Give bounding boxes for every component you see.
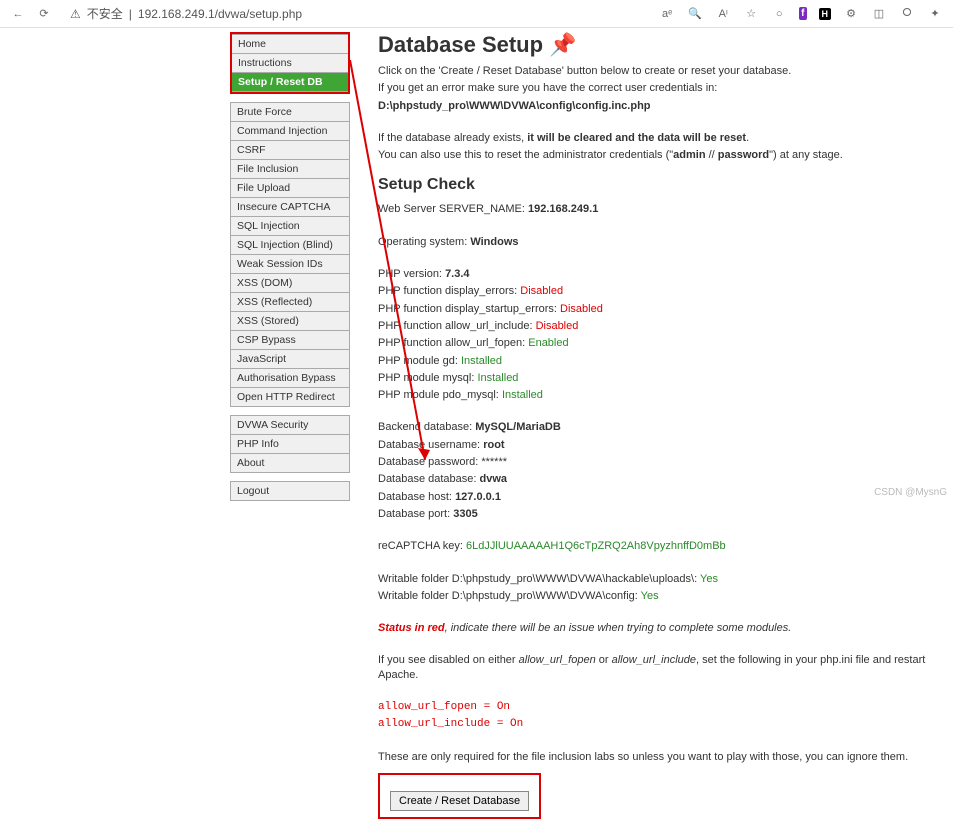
mysql-mod: PHP module mysql: Installed bbox=[378, 371, 933, 385]
setup-check-title: Setup Check bbox=[378, 176, 933, 194]
db-user: Database username: root bbox=[378, 438, 933, 452]
sidebar-item-xss-reflected-[interactable]: XSS (Reflected) bbox=[230, 292, 350, 311]
sidebar-item-javascript[interactable]: JavaScript bbox=[230, 349, 350, 368]
db-name: Database database: dvwa bbox=[378, 472, 933, 486]
db-pass: Database password: ****** bbox=[378, 455, 933, 469]
sync-icon[interactable]: ○ bbox=[771, 6, 787, 22]
code-fopen: allow_url_fopen = On bbox=[378, 700, 933, 714]
nav-group-main: HomeInstructionsSetup / Reset DB bbox=[232, 34, 348, 92]
extension-purple-icon[interactable]: f bbox=[799, 7, 806, 20]
disabled-note: If you see disabled on either allow_url_… bbox=[378, 653, 933, 682]
sidebar-item-open-http-redirect[interactable]: Open HTTP Redirect bbox=[230, 387, 350, 407]
main-content: Database Setup 📌 Click on the 'Create / … bbox=[350, 28, 953, 839]
voice-icon[interactable]: aᵉ bbox=[659, 6, 675, 22]
back-icon[interactable]: ← bbox=[10, 6, 26, 22]
db-port: Database port: 3305 bbox=[378, 507, 933, 521]
url-include: PHP function allow_url_include: Disabled bbox=[378, 319, 933, 333]
sidebar-item-command-injection[interactable]: Command Injection bbox=[230, 121, 350, 140]
sidebar-item-about[interactable]: About bbox=[230, 453, 350, 473]
db-host: Database host: 127.0.0.1 bbox=[378, 490, 933, 504]
status-note: Status in red, indicate there will be an… bbox=[378, 621, 933, 635]
copilot-icon[interactable]: ✦ bbox=[927, 6, 943, 22]
sidebar: HomeInstructionsSetup / Reset DB Brute F… bbox=[230, 32, 350, 839]
sidebar-item-logout[interactable]: Logout bbox=[230, 481, 350, 501]
security-label: 不安全 bbox=[87, 5, 123, 22]
sidebar-item-xss-stored-[interactable]: XSS (Stored) bbox=[230, 311, 350, 330]
address-bar[interactable]: ⚠ 不安全 | 192.168.249.1/dvwa/setup.php bbox=[70, 5, 651, 22]
sidebar-item-instructions[interactable]: Instructions bbox=[232, 53, 348, 72]
watermark: CSDN @MysnG bbox=[874, 487, 947, 498]
nav-group-vulns: Brute ForceCommand InjectionCSRFFile Inc… bbox=[230, 102, 350, 407]
warning-line: If the database already exists, it will … bbox=[378, 131, 933, 145]
url-separator: | bbox=[129, 7, 132, 21]
sidebar-item-php-info[interactable]: PHP Info bbox=[230, 434, 350, 453]
warning-line-2: You can also use this to reset the admin… bbox=[378, 148, 933, 162]
pdo: PHP module pdo_mysql: Installed bbox=[378, 388, 933, 402]
refresh-icon[interactable]: ⟳ bbox=[36, 6, 52, 22]
sidebar-item-csp-bypass[interactable]: CSP Bypass bbox=[230, 330, 350, 349]
sidebar-item-setup-reset-db[interactable]: Setup / Reset DB bbox=[232, 72, 348, 92]
folder2: Writable folder D:\phpstudy_pro\WWW\DVWA… bbox=[378, 589, 933, 603]
split-icon[interactable]: ◫ bbox=[871, 6, 887, 22]
intro-line-2: If you get an error make sure you have t… bbox=[378, 81, 933, 95]
server-name: Web Server SERVER_NAME: 192.168.249.1 bbox=[378, 202, 933, 216]
browser-toolbar: ← ⟳ ⚠ 不安全 | 192.168.249.1/dvwa/setup.php… bbox=[0, 0, 953, 28]
nav-group-logout: Logout bbox=[230, 481, 350, 501]
sidebar-item-dvwa-security[interactable]: DVWA Security bbox=[230, 415, 350, 434]
os: Operating system: Windows bbox=[378, 235, 933, 249]
startup-errors: PHP function display_startup_errors: Dis… bbox=[378, 302, 933, 316]
sidebar-item-csrf[interactable]: CSRF bbox=[230, 140, 350, 159]
nav-group-meta: DVWA SecurityPHP InfoAbout bbox=[230, 415, 350, 473]
zoom-icon[interactable]: 🔍 bbox=[687, 6, 703, 22]
page-title: Database Setup 📌 bbox=[378, 32, 933, 58]
sidebar-item-file-inclusion[interactable]: File Inclusion bbox=[230, 159, 350, 178]
sidebar-item-sql-injection-blind-[interactable]: SQL Injection (Blind) bbox=[230, 235, 350, 254]
backend: Backend database: MySQL/MariaDB bbox=[378, 420, 933, 434]
config-path: D:\phpstudy_pro\WWW\DVWA\config\config.i… bbox=[378, 99, 933, 113]
collections-icon[interactable]: 🞆 bbox=[899, 6, 915, 22]
sidebar-item-weak-session-ids[interactable]: Weak Session IDs bbox=[230, 254, 350, 273]
final-note: These are only required for the file inc… bbox=[378, 750, 933, 764]
sidebar-highlight-box: HomeInstructionsSetup / Reset DB bbox=[230, 32, 350, 94]
php-version: PHP version: 7.3.4 bbox=[378, 267, 933, 281]
button-highlight-box: Create / Reset Database bbox=[378, 773, 541, 819]
sidebar-item-authorisation-bypass[interactable]: Authorisation Bypass bbox=[230, 368, 350, 387]
sidebar-item-home[interactable]: Home bbox=[232, 34, 348, 53]
url-text: 192.168.249.1/dvwa/setup.php bbox=[138, 7, 302, 21]
security-warning-icon: ⚠ bbox=[70, 7, 81, 21]
url-fopen: PHP function allow_url_fopen: Enabled bbox=[378, 336, 933, 350]
create-reset-database-button[interactable]: Create / Reset Database bbox=[390, 791, 529, 811]
sidebar-item-brute-force[interactable]: Brute Force bbox=[230, 102, 350, 121]
folder1: Writable folder D:\phpstudy_pro\WWW\DVWA… bbox=[378, 572, 933, 586]
intro-line-1: Click on the 'Create / Reset Database' b… bbox=[378, 64, 933, 78]
favorites-icon[interactable]: ☆ bbox=[743, 6, 759, 22]
recaptcha: reCAPTCHA key: 6LdJJlUUAAAAAH1Q6cTpZRQ2A… bbox=[378, 539, 933, 553]
code-include: allow_url_include = On bbox=[378, 717, 933, 731]
pin-icon: 📌 bbox=[549, 32, 576, 58]
gd: PHP module gd: Installed bbox=[378, 354, 933, 368]
sidebar-item-insecure-captcha[interactable]: Insecure CAPTCHA bbox=[230, 197, 350, 216]
display-errors: PHP function display_errors: Disabled bbox=[378, 284, 933, 298]
sidebar-item-file-upload[interactable]: File Upload bbox=[230, 178, 350, 197]
extensions-icon[interactable]: ⚙ bbox=[843, 6, 859, 22]
sidebar-item-xss-dom-[interactable]: XSS (DOM) bbox=[230, 273, 350, 292]
read-aloud-icon[interactable]: Aᶦ bbox=[715, 6, 731, 22]
sidebar-item-sql-injection[interactable]: SQL Injection bbox=[230, 216, 350, 235]
extension-black-icon[interactable]: H bbox=[819, 8, 832, 20]
